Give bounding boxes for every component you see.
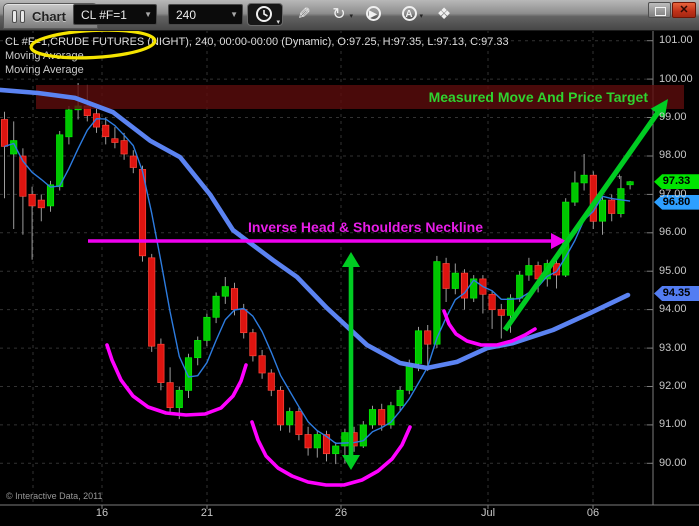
svg-text:+: + — [617, 172, 622, 182]
diamond-arrows-icon: ❖ — [436, 6, 452, 23]
symbol-select[interactable]: CL #F=1 ▼ — [73, 4, 157, 25]
toolbar: Chart CL #F=1 ▼ 240 ▼ ▾ ✎ ↻ ▾ ▶ A ▾ ❖ ✕ — [0, 0, 699, 31]
chevron-down-icon: ▼ — [144, 10, 152, 19]
pencil-icon: ✎ — [297, 6, 311, 23]
x-axis-label: 16 — [95, 507, 109, 519]
neckline-annotation: Inverse Head & Shoulders Neckline — [248, 219, 483, 235]
close-icon: ✕ — [679, 4, 689, 16]
interval-select[interactable]: 240 ▼ — [168, 4, 243, 25]
y-axis-label: 97.00 — [659, 187, 687, 200]
slow-ma-bubble: 94.35 — [654, 286, 699, 301]
y-axis-label: 95.00 — [659, 264, 687, 277]
y-axis-label: 93.00 — [659, 341, 687, 354]
y-axis-label: 96.00 — [659, 226, 687, 239]
play-icon: ▶ — [365, 6, 381, 21]
draw-pencil-button[interactable]: ✎ — [291, 4, 317, 26]
chevron-down-icon: ▾ — [276, 19, 280, 26]
transform-tool-button[interactable]: ❖ — [431, 4, 457, 26]
x-axis-label: Jul — [480, 507, 496, 519]
copyright-notice: © Interactive Data, 2011 — [6, 491, 103, 501]
y-axis-label: 90.00 — [659, 456, 687, 469]
redo-tool-button[interactable]: ↻ ▾ — [326, 4, 353, 26]
play-button[interactable]: ▶ — [360, 4, 386, 26]
y-axis-label: 101.00 — [659, 34, 693, 47]
y-axis-label: 99.00 — [659, 111, 687, 124]
restore-window-button[interactable] — [648, 2, 671, 18]
indicator-label-2: Moving Average — [5, 64, 84, 76]
chart-tab-icon — [12, 10, 26, 23]
measured-move-annotation: Measured Move And Price Target — [428, 89, 648, 105]
y-axis-label: 91.00 — [659, 418, 687, 431]
y-axis-label: 94.00 — [659, 303, 687, 316]
interval-select-value: 240 — [176, 8, 197, 22]
chart-tab-label: Chart — [32, 9, 66, 24]
chart-window: + CL #F=1,CRUDE FUTURES (NIGHT), 240, 00… — [0, 0, 699, 526]
chevron-down-icon: ▼ — [230, 10, 238, 19]
auto-a-icon: A — [401, 6, 417, 21]
x-axis-label: 21 — [200, 507, 214, 519]
y-axis-label: 98.00 — [659, 149, 687, 162]
time-interval-button[interactable]: ▾ — [247, 3, 283, 26]
close-window-button[interactable]: ✕ — [672, 2, 696, 18]
redo-arrow-icon: ↻ — [332, 6, 346, 23]
y-axis-label: 100.00 — [659, 72, 693, 85]
y-axis-label: 92.00 — [659, 379, 687, 392]
symbol-select-value: CL #F=1 — [81, 8, 127, 22]
x-axis-label: 06 — [586, 507, 600, 519]
restore-icon — [655, 7, 666, 16]
indicator-label-1: Moving Average — [5, 50, 84, 62]
auto-scale-button[interactable]: A ▾ — [396, 4, 423, 26]
x-axis-label: 26 — [334, 507, 348, 519]
chevron-down-icon: ▾ — [419, 13, 423, 20]
chevron-down-icon: ▾ — [349, 13, 353, 20]
price-chart-canvas[interactable]: + — [0, 0, 699, 526]
symbol-header: CL #F=1,CRUDE FUTURES (NIGHT), 240, 00:0… — [5, 36, 509, 48]
